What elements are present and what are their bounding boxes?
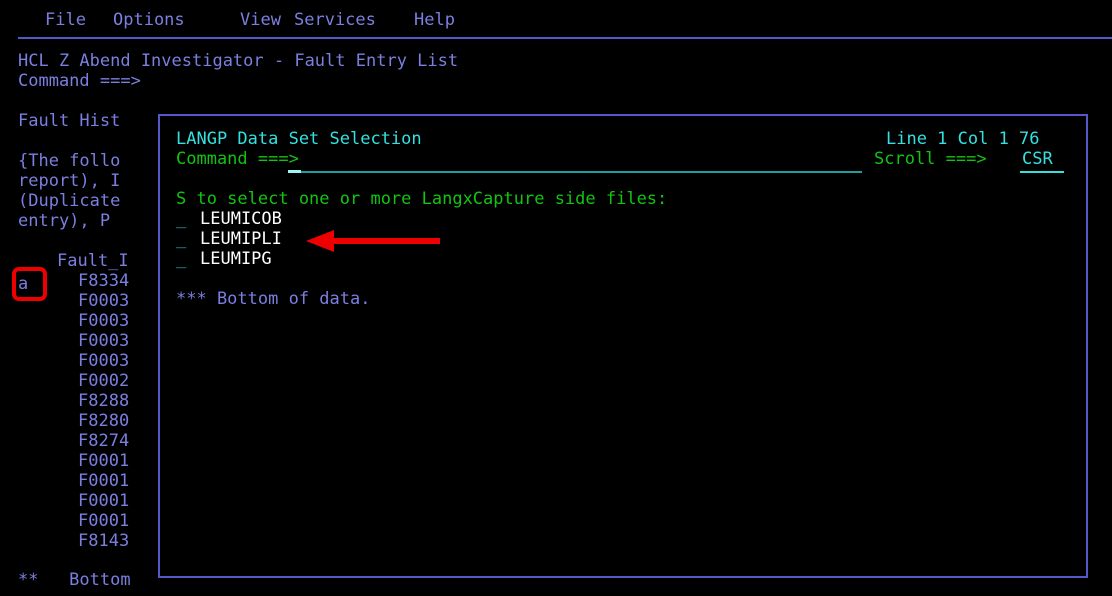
- file-select-input[interactable]: _: [176, 209, 186, 229]
- fault-id-row[interactable]: F0001: [78, 511, 129, 531]
- fault-id-row[interactable]: F8274: [78, 431, 129, 451]
- langp-data-set-selection-dialog: LANGP Data Set Selection Line 1 Col 1 76…: [158, 114, 1088, 578]
- menu-item-options[interactable]: Options: [113, 10, 185, 30]
- menu-bar-divider: [18, 37, 1112, 39]
- text-cursor: [288, 170, 301, 173]
- fault-id-row[interactable]: F0001: [78, 451, 129, 471]
- fault-id-row[interactable]: F8143: [78, 531, 129, 551]
- end-of-data-marker: *** Bottom of data.: [176, 289, 371, 309]
- file-list-item[interactable]: LEUMICOB: [200, 209, 282, 229]
- fault-id-row[interactable]: F0003: [78, 311, 129, 331]
- dialog-scroll-value[interactable]: CSR: [1022, 149, 1053, 169]
- menu-item-services[interactable]: Services: [294, 10, 376, 30]
- dialog-command-label: Command ===>: [176, 149, 299, 169]
- file-list-item[interactable]: LEUMIPG: [200, 249, 272, 269]
- dialog-instruction: S to select one or more LangxCapture sid…: [176, 189, 668, 209]
- fault-id-row[interactable]: F0003: [78, 331, 129, 351]
- sidebar-bottom-marker: ** Bottom: [18, 570, 131, 590]
- annotation-arrow-icon: [306, 230, 440, 252]
- page-title: HCL Z Abend Investigator - Fault Entry L…: [18, 51, 459, 71]
- dialog-title: LANGP Data Set Selection: [176, 129, 422, 149]
- fault-id-row[interactable]: F0003: [78, 291, 129, 311]
- file-select-input[interactable]: _: [176, 229, 186, 249]
- fault-id-row[interactable]: F8288: [78, 391, 129, 411]
- menu-bar: File Options View Services Help: [0, 0, 1112, 39]
- menu-item-view[interactable]: View: [240, 10, 281, 30]
- sidebar-note-line-4: entry), P: [18, 211, 111, 231]
- main-command-label[interactable]: Command ===>: [18, 71, 141, 91]
- sidebar-title: Fault Hist: [18, 111, 121, 131]
- dialog-scroll-label: Scroll ===>: [874, 149, 987, 169]
- dialog-position-status: Line 1 Col 1 76: [886, 129, 1040, 149]
- annotation-highlight-box: [12, 267, 47, 301]
- dialog-command-input[interactable]: [288, 154, 862, 174]
- fault-id-row[interactable]: F0002: [78, 371, 129, 391]
- sidebar-note-line-3: (Duplicate: [18, 191, 121, 211]
- terminal-screen: File Options View Services Help HCL Z Ab…: [0, 0, 1112, 596]
- fault-id-row[interactable]: F0001: [78, 471, 129, 491]
- input-underline: [288, 171, 862, 173]
- menu-item-help[interactable]: Help: [414, 10, 455, 30]
- fault-id-row[interactable]: F8280: [78, 411, 129, 431]
- menu-item-file[interactable]: File: [45, 10, 86, 30]
- fault-id-column-header: Fault_I: [57, 251, 129, 271]
- file-list-item[interactable]: LEUMIPLI: [200, 229, 282, 249]
- file-select-input[interactable]: _: [176, 249, 186, 269]
- sidebar-note-line-2: report), I: [18, 171, 121, 191]
- fault-id-row[interactable]: F0003: [78, 351, 129, 371]
- sidebar-note-line-1: {The follo: [18, 151, 121, 171]
- fault-id-row[interactable]: F0001: [78, 491, 129, 511]
- fault-id-row[interactable]: F8334: [78, 271, 129, 291]
- scroll-value-underline: [1020, 171, 1064, 173]
